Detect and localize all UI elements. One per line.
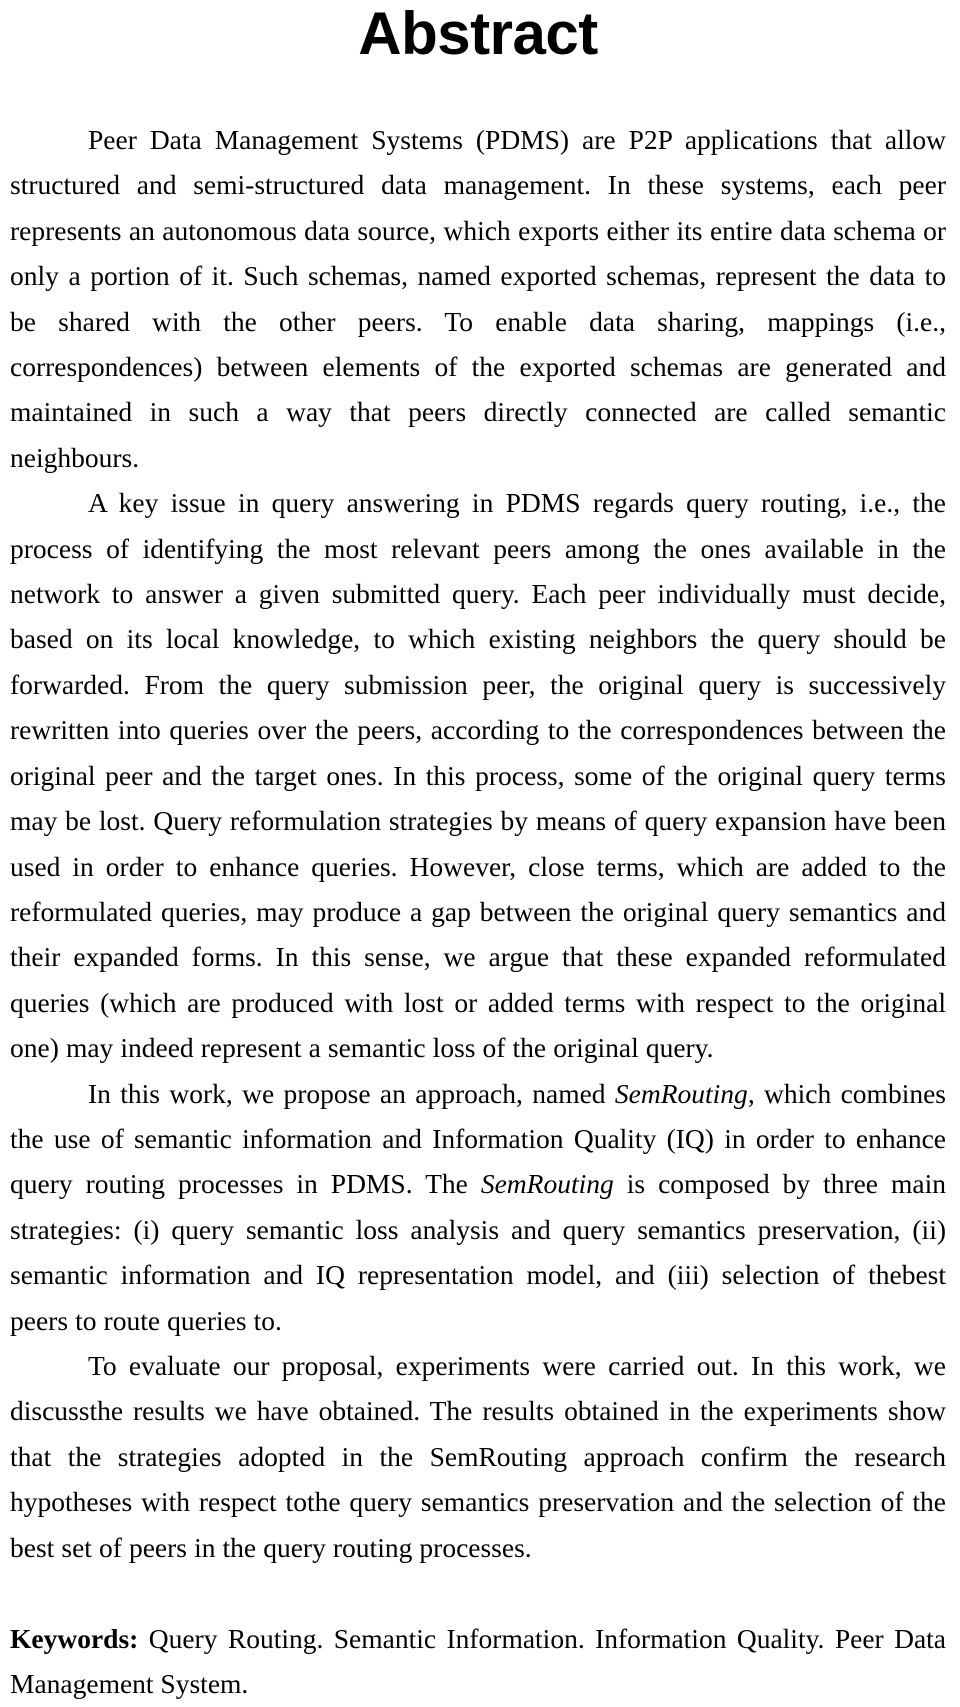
paragraph-1: Peer Data Management Systems (PDMS) are … — [10, 124, 946, 473]
abstract-body: Peer Data Management Systems (PDMS) are … — [10, 117, 946, 1707]
page-title: Abstract — [358, 0, 598, 67]
paragraph-3-italic-semrouting-1: SemRouting — [614, 1077, 748, 1109]
keywords-label: Keywords: — [10, 1623, 139, 1654]
paragraph-3: In this work, we propose an approach, na… — [10, 1071, 946, 1343]
paragraph-2: A key issue in query answering in PDMS r… — [10, 487, 946, 1064]
paragraph-3-italic-semrouting-2: SemRouting — [480, 1168, 614, 1200]
paragraph-3-segment-1: In this work, we propose an approach, na… — [88, 1077, 615, 1109]
paragraph-4: To evaluate our proposal, experiments we… — [10, 1349, 946, 1563]
keywords-values: Query Routing. Semantic Information. Inf… — [10, 1623, 946, 1700]
abstract-page: Abstract Peer Data Management Systems (P… — [0, 0, 960, 1699]
keywords-line: Keywords: Query Routing. Semantic Inform… — [10, 1616, 946, 1707]
